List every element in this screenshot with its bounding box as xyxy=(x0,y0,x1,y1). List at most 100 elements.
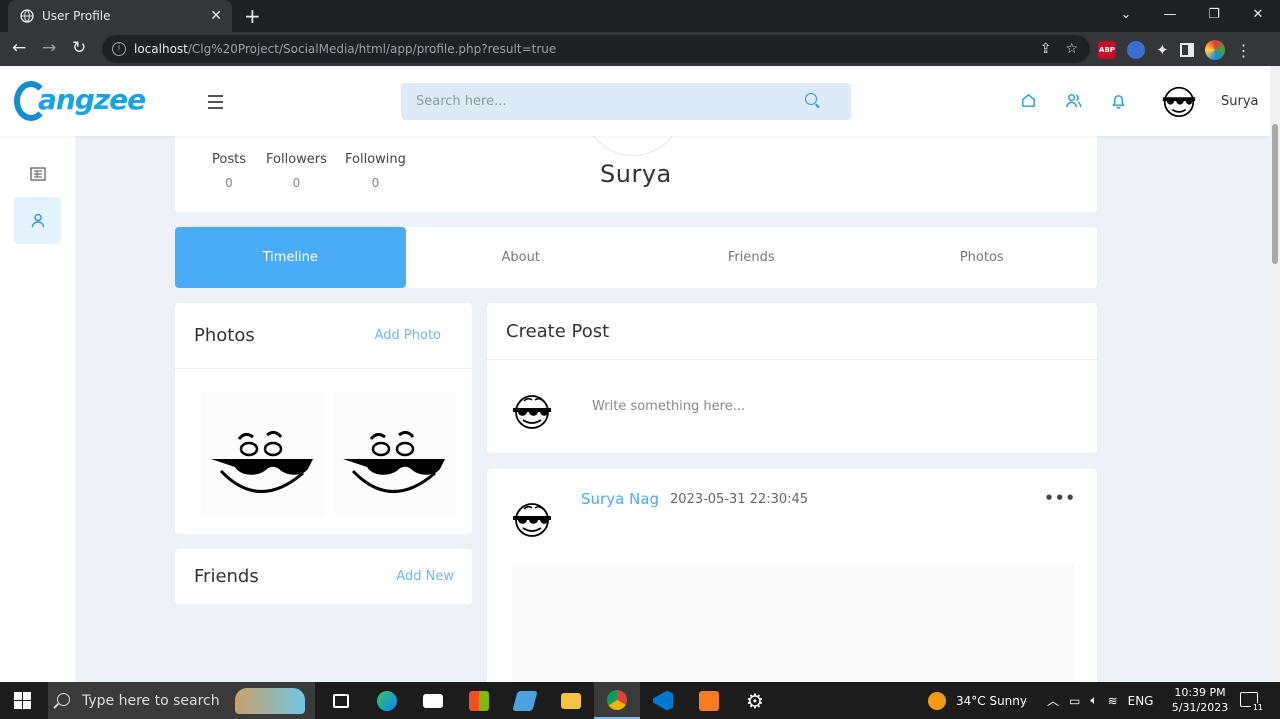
clock-time: 10:39 PM xyxy=(1174,686,1226,699)
site-header: angzee Search here... Surya xyxy=(0,66,1270,136)
reload-icon[interactable]: ↻ xyxy=(72,38,86,58)
post-author-avatar[interactable] xyxy=(509,499,555,539)
stat-value: 0 xyxy=(225,176,233,190)
sidebar-item-newsfeed[interactable] xyxy=(14,150,61,197)
post-author-name[interactable]: Surya Nag xyxy=(581,490,659,508)
search-input[interactable]: Search here... xyxy=(401,83,851,120)
language-indicator[interactable]: ENG xyxy=(1128,694,1154,708)
photo-thumbnail[interactable] xyxy=(333,391,457,515)
page-scrollbar[interactable] xyxy=(1270,66,1280,682)
clock-date: 5/31/2023 xyxy=(1171,701,1229,714)
forward-icon[interactable]: → xyxy=(42,38,56,58)
left-sidebar xyxy=(0,136,75,682)
xampp-icon[interactable] xyxy=(686,682,732,719)
taskbar-clock[interactable]: 10:39 PM 5/31/2023 xyxy=(1170,685,1230,715)
post-card: Surya Nag 2023-05-31 22:30:45 ••• xyxy=(487,469,1097,682)
stat-value: 0 xyxy=(371,176,380,190)
taskbar-search-input[interactable]: Type here to search xyxy=(48,682,315,719)
create-post-header: Create Post xyxy=(487,303,1097,360)
search-placeholder: Search here... xyxy=(416,94,507,109)
back-icon[interactable]: ← xyxy=(12,38,26,58)
windows-start-icon[interactable] xyxy=(14,692,31,709)
stat-label: Followers xyxy=(266,152,327,167)
wifi-icon[interactable]: ≋ xyxy=(1108,694,1118,708)
site-logo[interactable]: angzee xyxy=(14,81,146,121)
users-icon[interactable] xyxy=(1065,92,1082,109)
omnibox-actions: ⇪ ☆ xyxy=(1040,41,1078,57)
weather-sun-icon xyxy=(928,691,946,710)
tab-photos[interactable]: Photos xyxy=(867,227,1098,288)
vscode-icon[interactable] xyxy=(640,682,686,719)
sidebar-item-profile[interactable] xyxy=(14,197,61,244)
stat-value: 0 xyxy=(292,176,301,190)
create-post-card: Create Post Write something here... xyxy=(487,303,1097,453)
taskbar-search-placeholder: Type here to search xyxy=(82,692,220,709)
bookmark-star-icon[interactable]: ☆ xyxy=(1065,41,1078,57)
edge-icon[interactable] xyxy=(364,682,410,719)
task-view-icon[interactable] xyxy=(318,682,364,719)
window-controls: ⌄ — ❐ ✕ xyxy=(1104,0,1280,32)
newsfeed-icon xyxy=(29,166,46,181)
battery-icon[interactable]: ▭ xyxy=(1069,694,1080,708)
extension-icon[interactable] xyxy=(1127,41,1145,59)
tab-close-icon[interactable]: ✕ xyxy=(210,8,222,24)
photo-grid xyxy=(175,369,472,533)
store-icon[interactable] xyxy=(456,682,502,719)
notification-count: 11 xyxy=(1250,703,1265,712)
url-host: localhost xyxy=(134,42,188,56)
photos-title: Photos xyxy=(194,325,255,346)
add-photo-link[interactable]: Add Photo xyxy=(375,328,441,343)
profile-summary-card: Posts 0 Followers 0 Following 0 Surya xyxy=(175,106,1097,212)
mail-icon[interactable] xyxy=(410,682,456,719)
weather-text[interactable]: 34°C Sunny xyxy=(956,694,1027,708)
stat-posts: Posts 0 xyxy=(212,152,246,190)
friends-card-header: Friends Add New xyxy=(175,549,472,604)
info-icon[interactable]: i xyxy=(112,42,126,56)
file-explorer-icon[interactable] xyxy=(548,682,594,719)
browser-profile-icon[interactable] xyxy=(1204,40,1225,60)
search-icon[interactable] xyxy=(805,93,817,105)
stat-label: Posts xyxy=(212,152,246,167)
adblock-extension-icon[interactable]: ABP xyxy=(1098,41,1116,59)
minimize-icon[interactable]: — xyxy=(1148,0,1192,28)
extensions-puzzle-icon[interactable]: ✦ xyxy=(1156,41,1169,59)
header-user-name[interactable]: Surya xyxy=(1221,94,1259,109)
post-timestamp: 2023-05-31 22:30:45 xyxy=(670,492,809,507)
tab-friends[interactable]: Friends xyxy=(636,227,867,288)
side-panel-icon[interactable] xyxy=(1179,43,1194,57)
tab-about[interactable]: About xyxy=(406,227,637,288)
post-composer-input[interactable]: Write something here... xyxy=(592,399,745,414)
search-icon xyxy=(57,693,70,706)
restore-icon[interactable]: ❐ xyxy=(1192,0,1236,28)
network-app-icon[interactable] xyxy=(502,682,548,719)
new-tab-icon[interactable]: + xyxy=(244,4,261,28)
notification-center-icon[interactable]: 11 xyxy=(1240,692,1265,712)
browser-tab[interactable]: User Profile ✕ xyxy=(8,0,232,32)
hamburger-menu-icon[interactable] xyxy=(208,95,223,113)
windows-taskbar: Type here to search ⚙ 34°C Sunny ︿ ▭ 🔈︎ … xyxy=(0,682,1280,719)
settings-gear-icon[interactable]: ⚙ xyxy=(732,682,778,719)
bell-icon[interactable] xyxy=(1110,92,1127,109)
search-highlight-image xyxy=(235,688,305,714)
close-window-icon[interactable]: ✕ xyxy=(1236,0,1280,28)
browser-toolbar: ← → ↻ i localhost/Clg%20Project/SocialMe… xyxy=(0,32,1280,66)
photo-thumbnail[interactable] xyxy=(201,391,325,515)
tab-timeline[interactable]: Timeline xyxy=(175,227,406,288)
add-friend-link[interactable]: Add New xyxy=(396,569,454,584)
share-icon[interactable]: ⇪ xyxy=(1040,41,1052,57)
scrollbar-thumb[interactable] xyxy=(1272,124,1278,264)
browser-tab-strip: User Profile ✕ + ⌄ — ❐ ✕ xyxy=(0,0,1280,32)
home-icon[interactable] xyxy=(1020,92,1037,109)
address-bar[interactable]: i localhost/Clg%20Project/SocialMedia/ht… xyxy=(102,35,1090,63)
profile-name: Surya xyxy=(600,160,672,188)
volume-icon[interactable]: 🔈︎ xyxy=(1090,693,1097,708)
chrome-icon[interactable] xyxy=(594,682,640,719)
post-options-icon[interactable]: ••• xyxy=(1044,489,1076,507)
tray-overflow-icon[interactable]: ︿ xyxy=(1047,692,1059,709)
globe-icon xyxy=(20,9,34,23)
user-avatar[interactable] xyxy=(1160,84,1198,118)
photos-card: Photos Add Photo xyxy=(175,303,472,534)
browser-menu-icon[interactable]: ⋮ xyxy=(1236,41,1252,60)
tab-search-icon[interactable]: ⌄ xyxy=(1104,0,1148,28)
create-post-title: Create Post xyxy=(506,320,610,342)
